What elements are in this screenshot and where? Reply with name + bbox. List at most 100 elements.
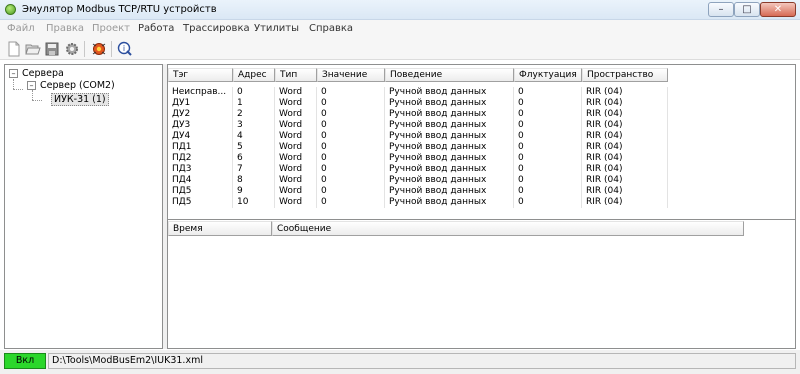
- table-row[interactable]: ПД1 5 Word 0 Ручной ввод данных 0 RIR (04): [168, 142, 668, 153]
- tree-root-expander[interactable]: –: [9, 69, 18, 78]
- cell-fluctuation[interactable]: 0: [514, 197, 582, 208]
- cell-fluctuation[interactable]: 0: [514, 98, 582, 109]
- cell-behavior[interactable]: Ручной ввод данных: [385, 197, 514, 208]
- cell-fluctuation[interactable]: 0: [514, 109, 582, 120]
- menu-help[interactable]: Справка: [309, 23, 353, 34]
- run-bug-icon[interactable]: [91, 41, 107, 57]
- tree-server-expander[interactable]: –: [27, 81, 36, 90]
- new-file-icon[interactable]: [6, 41, 22, 57]
- cell-value[interactable]: 0: [317, 98, 385, 109]
- cell-type[interactable]: Word: [275, 153, 317, 164]
- cell-type[interactable]: Word: [275, 142, 317, 153]
- cell-space[interactable]: RIR (04): [582, 98, 668, 109]
- cell-type[interactable]: Word: [275, 175, 317, 186]
- menu-trace[interactable]: Трассировка: [183, 23, 250, 34]
- cell-tag[interactable]: ПД5: [168, 186, 233, 197]
- cell-value[interactable]: 0: [317, 197, 385, 208]
- cell-behavior[interactable]: Ручной ввод данных: [385, 98, 514, 109]
- cell-type[interactable]: Word: [275, 87, 317, 98]
- cell-address[interactable]: 8: [233, 175, 275, 186]
- cell-behavior[interactable]: Ручной ввод данных: [385, 186, 514, 197]
- cell-value[interactable]: 0: [317, 131, 385, 142]
- column-header-fluctuation[interactable]: Флуктуация: [514, 68, 582, 82]
- table-row[interactable]: ПД3 7 Word 0 Ручной ввод данных 0 RIR (04): [168, 164, 668, 175]
- cell-address[interactable]: 7: [233, 164, 275, 175]
- cell-space[interactable]: RIR (04): [582, 164, 668, 175]
- cell-behavior[interactable]: Ручной ввод данных: [385, 120, 514, 131]
- menu-work[interactable]: Работа: [138, 23, 174, 34]
- menu-edit[interactable]: Правка: [46, 23, 84, 34]
- cell-tag[interactable]: ПД1: [168, 142, 233, 153]
- cell-behavior[interactable]: Ручной ввод данных: [385, 131, 514, 142]
- menu-project[interactable]: Проект: [92, 23, 130, 34]
- table-row[interactable]: Неисправ... 0 Word 0 Ручной ввод данных 0 RIR …: [168, 87, 668, 98]
- help-icon[interactable]: i: [117, 41, 133, 57]
- cell-tag[interactable]: ПД5: [168, 197, 233, 208]
- cell-address[interactable]: 4: [233, 131, 275, 142]
- table-row[interactable]: ДУ1 1 Word 0 Ручной ввод данных 0 RIR (04): [168, 98, 668, 109]
- settings-gear-icon[interactable]: [64, 41, 80, 57]
- cell-tag[interactable]: ПД4: [168, 175, 233, 186]
- cell-fluctuation[interactable]: 0: [514, 120, 582, 131]
- tree-node-servers[interactable]: Сервера: [22, 68, 64, 79]
- table-row[interactable]: ПД2 6 Word 0 Ручной ввод данных 0 RIR (04): [168, 153, 668, 164]
- cell-address[interactable]: 1: [233, 98, 275, 109]
- cell-space[interactable]: RIR (04): [582, 142, 668, 153]
- column-header-tag[interactable]: Тэг: [168, 68, 233, 82]
- cell-type[interactable]: Word: [275, 131, 317, 142]
- tree-node-device[interactable]: ИУК-31 (1): [51, 93, 109, 106]
- cell-fluctuation[interactable]: 0: [514, 164, 582, 175]
- save-icon[interactable]: [44, 41, 60, 57]
- cell-address[interactable]: 2: [233, 109, 275, 120]
- table-row[interactable]: ДУ3 3 Word 0 Ручной ввод данных 0 RIR (04): [168, 120, 668, 131]
- cell-tag[interactable]: ПД2: [168, 153, 233, 164]
- table-row[interactable]: ПД5 9 Word 0 Ручной ввод данных 0 RIR (04): [168, 186, 668, 197]
- cell-address[interactable]: 9: [233, 186, 275, 197]
- cell-space[interactable]: RIR (04): [582, 87, 668, 98]
- column-header-message[interactable]: Сообщение: [272, 221, 744, 236]
- menu-utilities[interactable]: Утилиты: [254, 23, 299, 34]
- minimize-button[interactable]: –: [708, 2, 734, 17]
- cell-address[interactable]: 10: [233, 197, 275, 208]
- cell-behavior[interactable]: Ручной ввод данных: [385, 109, 514, 120]
- cell-type[interactable]: Word: [275, 109, 317, 120]
- cell-behavior[interactable]: Ручной ввод данных: [385, 164, 514, 175]
- cell-fluctuation[interactable]: 0: [514, 153, 582, 164]
- tree-node-server-com2[interactable]: Сервер (COM2): [40, 80, 115, 91]
- cell-address[interactable]: 6: [233, 153, 275, 164]
- column-header-address[interactable]: Адрес: [233, 68, 275, 82]
- cell-space[interactable]: RIR (04): [582, 197, 668, 208]
- table-row[interactable]: ПД4 8 Word 0 Ручной ввод данных 0 RIR (04): [168, 175, 668, 186]
- table-row[interactable]: ДУ4 4 Word 0 Ручной ввод данных 0 RIR (04): [168, 131, 668, 142]
- column-header-time[interactable]: Время: [168, 221, 272, 236]
- close-button[interactable]: ✕: [760, 2, 796, 17]
- cell-value[interactable]: 0: [317, 153, 385, 164]
- cell-tag[interactable]: ПД3: [168, 164, 233, 175]
- cell-space[interactable]: RIR (04): [582, 186, 668, 197]
- cell-space[interactable]: RIR (04): [582, 131, 668, 142]
- cell-behavior[interactable]: Ручной ввод данных: [385, 142, 514, 153]
- table-row[interactable]: ДУ2 2 Word 0 Ручной ввод данных 0 RIR (04): [168, 109, 668, 120]
- cell-fluctuation[interactable]: 0: [514, 87, 582, 98]
- cell-address[interactable]: 3: [233, 120, 275, 131]
- cell-behavior[interactable]: Ручной ввод данных: [385, 153, 514, 164]
- cell-tag[interactable]: Неисправ...: [168, 87, 233, 98]
- cell-type[interactable]: Word: [275, 98, 317, 109]
- cell-value[interactable]: 0: [317, 109, 385, 120]
- cell-value[interactable]: 0: [317, 164, 385, 175]
- cell-space[interactable]: RIR (04): [582, 120, 668, 131]
- cell-space[interactable]: RIR (04): [582, 153, 668, 164]
- cell-fluctuation[interactable]: 0: [514, 186, 582, 197]
- cell-space[interactable]: RIR (04): [582, 109, 668, 120]
- cell-tag[interactable]: ДУ1: [168, 98, 233, 109]
- cell-fluctuation[interactable]: 0: [514, 175, 582, 186]
- cell-address[interactable]: 0: [233, 87, 275, 98]
- cell-space[interactable]: RIR (04): [582, 175, 668, 186]
- table-row[interactable]: ПД5 10 Word 0 Ручной ввод данных 0 RIR (04): [168, 197, 668, 208]
- column-header-behavior[interactable]: Поведение: [385, 68, 514, 82]
- cell-behavior[interactable]: Ручной ввод данных: [385, 175, 514, 186]
- cell-tag[interactable]: ДУ4: [168, 131, 233, 142]
- cell-fluctuation[interactable]: 0: [514, 131, 582, 142]
- maximize-button[interactable]: □: [734, 2, 760, 17]
- cell-value[interactable]: 0: [317, 120, 385, 131]
